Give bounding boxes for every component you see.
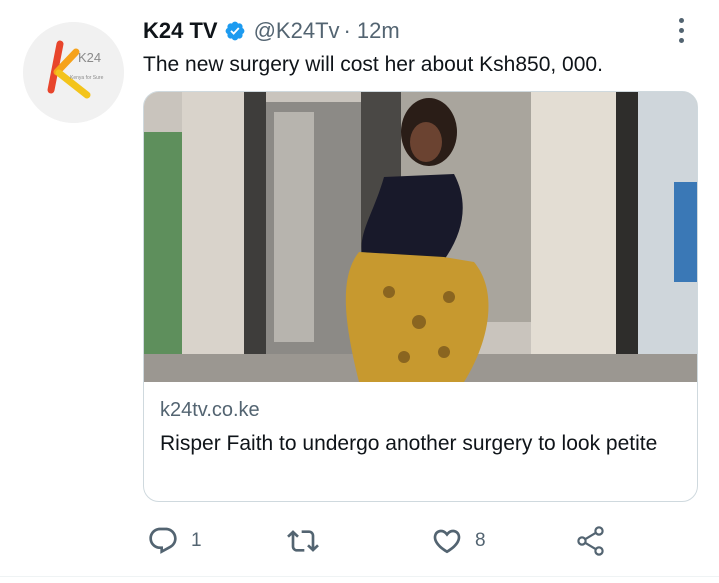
reply-count: 1	[191, 530, 202, 551]
more-dots-icon	[679, 18, 684, 23]
tweet-header: K24 TV @K24Tv · 12m	[143, 16, 400, 46]
heart-icon	[433, 529, 461, 554]
svg-text:Kenya for Sure: Kenya for Sure	[70, 75, 104, 81]
timestamp[interactable]: 12m	[357, 18, 400, 44]
author-name[interactable]: K24 TV	[143, 18, 218, 44]
share-button[interactable]	[575, 522, 607, 560]
svg-text:K24: K24	[78, 50, 101, 65]
avatar[interactable]: K24 Kenya for Sure	[23, 22, 124, 123]
card-image	[144, 92, 697, 382]
like-count: 8	[475, 530, 486, 551]
card-title: Risper Faith to undergo another surgery …	[160, 432, 658, 455]
tweet[interactable]: K24 Kenya for Sure K24 TV @K24Tv · 12m T…	[0, 0, 719, 583]
k24-logo-icon: K24 Kenya for Sure	[23, 22, 124, 123]
link-card[interactable]: k24tv.co.ke Risper Faith to undergo anot…	[143, 91, 698, 502]
verified-badge-icon	[225, 21, 244, 41]
reply-button[interactable]: 1	[147, 522, 202, 560]
like-button[interactable]: 8	[431, 522, 486, 560]
share-icon	[577, 526, 604, 556]
retweet-button[interactable]	[287, 522, 331, 560]
card-domain: k24tv.co.ke	[160, 399, 260, 421]
tweet-text: The new surgery will cost her about Ksh8…	[143, 53, 603, 76]
separator-dot: ·	[343, 18, 351, 43]
more-dots-icon	[679, 28, 684, 33]
more-dots-icon	[679, 38, 684, 43]
reply-icon	[149, 527, 177, 554]
divider	[0, 576, 719, 577]
author-handle[interactable]: @K24Tv	[254, 18, 340, 44]
more-options-button[interactable]	[670, 16, 694, 44]
retweet-icon	[287, 530, 319, 552]
tweet-actions: 1 8	[143, 522, 623, 560]
